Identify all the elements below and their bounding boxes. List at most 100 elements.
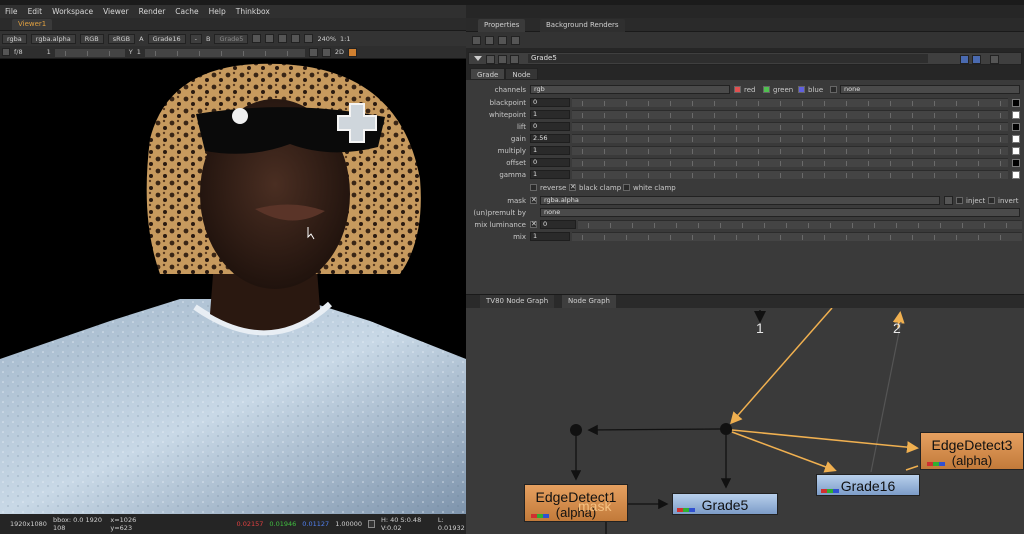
mask-options-icon[interactable]: [944, 196, 953, 205]
param-slider[interactable]: [572, 170, 1008, 179]
param-value-field[interactable]: 1: [530, 170, 570, 179]
close-panel-icon[interactable]: [990, 55, 999, 64]
menu-render[interactable]: Render: [134, 7, 171, 16]
mix-luminance-slider[interactable]: [578, 220, 1022, 229]
viewer-image[interactable]: [0, 59, 466, 514]
tab-node[interactable]: Node: [505, 68, 538, 80]
mix-luminance-field[interactable]: 0: [540, 220, 576, 229]
param-color-swatch[interactable]: [1012, 123, 1020, 131]
param-value-field[interactable]: 0: [530, 158, 570, 167]
mix-luminance-checkbox[interactable]: ✕: [530, 221, 537, 228]
tab-properties[interactable]: Properties: [478, 19, 526, 32]
zoom-icon[interactable]: [972, 55, 981, 64]
node-name-field[interactable]: Grade5: [528, 54, 928, 63]
menu-cache[interactable]: Cache: [170, 7, 203, 16]
param-slider[interactable]: [572, 110, 1008, 119]
green-checkbox[interactable]: [763, 86, 770, 93]
param-value-field[interactable]: 0: [530, 122, 570, 131]
unpremult-dropdown[interactable]: none: [540, 208, 1020, 217]
view-mode-select[interactable]: 2D: [335, 48, 344, 56]
channels-select[interactable]: rgba: [2, 33, 27, 44]
menu-file[interactable]: File: [0, 7, 23, 16]
slider-tick: [714, 113, 715, 118]
white-clamp-checkbox[interactable]: [623, 184, 630, 191]
lut-select[interactable]: sRGB: [107, 33, 136, 44]
tab-node-graph[interactable]: Node Graph: [562, 295, 616, 308]
tab-background-renders[interactable]: Background Renders: [540, 19, 625, 32]
collapse-icon[interactable]: [474, 56, 482, 61]
param-value-field[interactable]: 1: [530, 146, 570, 155]
node-grade5[interactable]: Grade5: [672, 493, 778, 515]
input-b-select[interactable]: Grade5: [214, 33, 249, 44]
lock-panel-icon[interactable]: [485, 36, 494, 45]
red-checkbox[interactable]: [734, 86, 741, 93]
node-color-icon[interactable]: [486, 55, 495, 64]
param-color-swatch[interactable]: [1012, 147, 1020, 155]
param-slider[interactable]: [572, 98, 1008, 107]
inject-checkbox[interactable]: [956, 197, 963, 204]
blend-select[interactable]: -: [189, 33, 203, 44]
pause-icon[interactable]: [304, 34, 314, 43]
channels-dropdown[interactable]: rgb: [530, 85, 730, 94]
node-grade16[interactable]: Grade16: [816, 474, 920, 496]
float-icon[interactable]: [498, 36, 507, 45]
mix-field[interactable]: 1: [530, 232, 570, 241]
node-edgedetect3[interactable]: EdgeDetect3 (alpha): [920, 432, 1024, 470]
wipe-icon[interactable]: [265, 34, 275, 43]
param-color-swatch[interactable]: [1012, 99, 1020, 107]
param-color-swatch[interactable]: [1012, 111, 1020, 119]
param-slider[interactable]: [572, 158, 1008, 167]
pixel-icon[interactable]: [321, 47, 331, 57]
zoom-select[interactable]: 240%: [317, 35, 336, 43]
tab-tv80-node-graph[interactable]: TV80 Node Graph: [480, 295, 555, 308]
mask-checkbox[interactable]: ✕: [530, 197, 537, 204]
gamma-slider[interactable]: [144, 47, 305, 57]
extra-channel-dropdown[interactable]: none: [840, 85, 1020, 94]
lock-icon[interactable]: [252, 34, 262, 43]
param-value-field[interactable]: 2.56: [530, 134, 570, 143]
slider-tick: [824, 101, 825, 106]
blue-checkbox[interactable]: [798, 86, 805, 93]
menu-help[interactable]: Help: [204, 7, 231, 16]
menu-viewer[interactable]: Viewer: [98, 7, 134, 16]
roi-icon[interactable]: [308, 47, 318, 57]
ratio-select[interactable]: 1:1: [340, 35, 350, 43]
region-icon[interactable]: [291, 34, 301, 43]
edit-icon[interactable]: [511, 36, 520, 45]
reverse-checkbox[interactable]: [530, 184, 537, 191]
input-a-select[interactable]: Grade16: [147, 33, 186, 44]
black-clamp-checkbox[interactable]: ✕: [569, 184, 576, 191]
mix-slider[interactable]: [572, 232, 1022, 241]
gain-icon[interactable]: [2, 48, 10, 56]
extra-channel-checkbox[interactable]: [830, 86, 837, 93]
node-graph-canvas[interactable]: 1 2 EdgeDetect1 (alpha) mask Grade5 Grad…: [466, 308, 1024, 534]
tab-viewer1[interactable]: Viewer1: [12, 19, 53, 30]
node-help-icon[interactable]: [510, 55, 519, 64]
paint-icon[interactable]: [348, 47, 358, 57]
gain-slider[interactable]: [54, 47, 125, 57]
node-viewer-icon[interactable]: [498, 55, 507, 64]
mask-dropdown[interactable]: rgba.alpha: [540, 196, 940, 205]
param-color-swatch[interactable]: [1012, 171, 1020, 179]
param-color-swatch[interactable]: [1012, 159, 1020, 167]
param-slider[interactable]: [572, 134, 1008, 143]
param-slider[interactable]: [572, 146, 1008, 155]
menu-workspace[interactable]: Workspace: [47, 7, 98, 16]
gamma-field[interactable]: 1: [137, 48, 141, 56]
max-panels-icon[interactable]: [472, 36, 481, 45]
display-select[interactable]: RGB: [79, 33, 104, 44]
invert-checkbox[interactable]: [988, 197, 995, 204]
node-edgedetect1[interactable]: EdgeDetect1 (alpha): [524, 484, 628, 522]
param-slider[interactable]: [572, 122, 1008, 131]
layer-select[interactable]: rgba.alpha: [30, 33, 76, 44]
param-value-field[interactable]: 0: [530, 98, 570, 107]
frame-field[interactable]: 1: [47, 48, 51, 56]
tab-grade[interactable]: Grade: [470, 68, 506, 80]
menu-edit[interactable]: Edit: [23, 7, 48, 16]
proxy-icon[interactable]: [278, 34, 288, 43]
menu-thinkbox[interactable]: Thinkbox: [231, 7, 275, 16]
param-value-field[interactable]: 1: [530, 110, 570, 119]
fstop-label[interactable]: f/8: [14, 48, 23, 56]
search-icon[interactable]: [960, 55, 969, 64]
param-color-swatch[interactable]: [1012, 135, 1020, 143]
